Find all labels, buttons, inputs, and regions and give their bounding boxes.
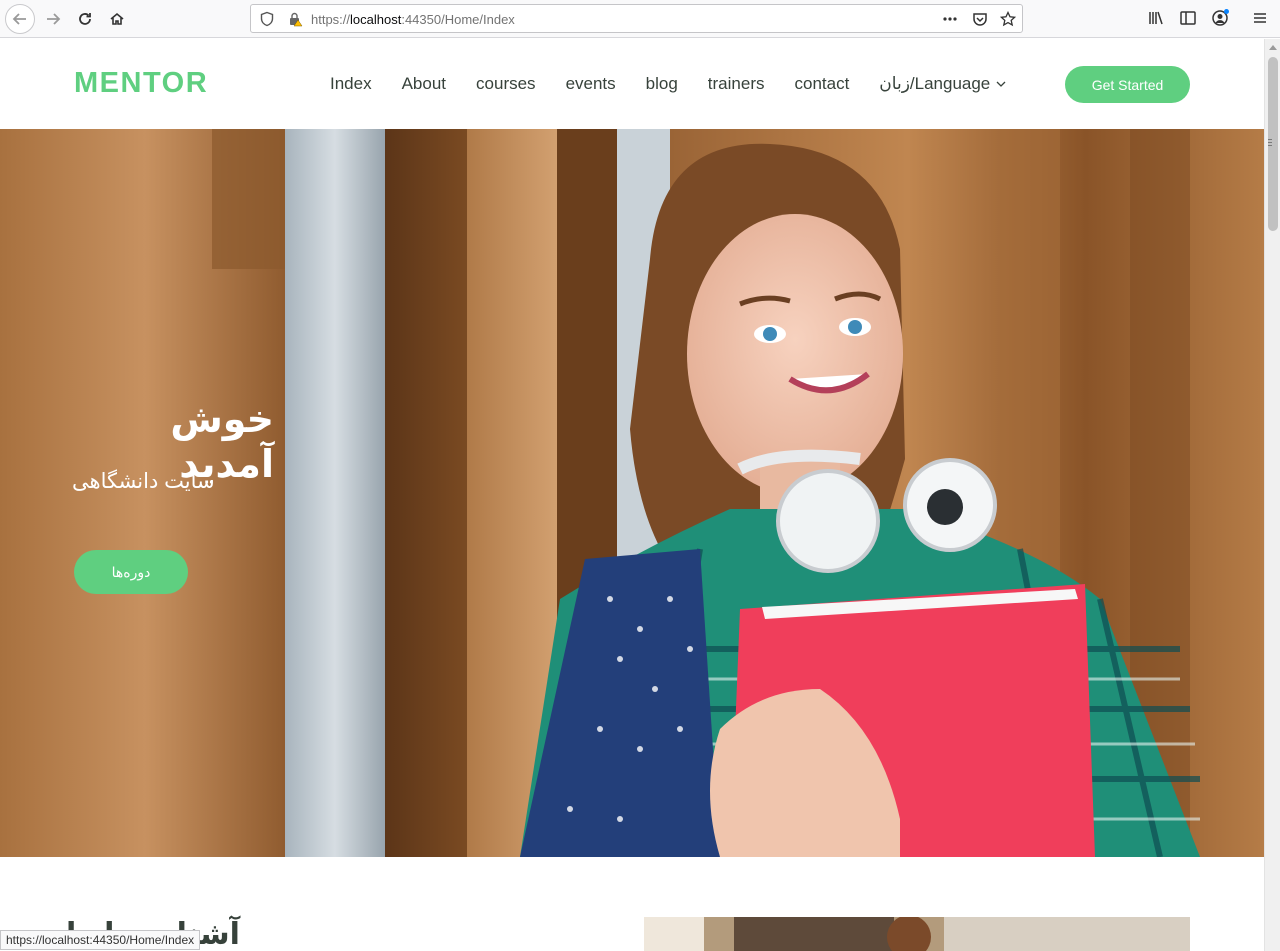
browser-toolbar: https://localhost:44350/Home/Index (0, 0, 1280, 38)
about-image (644, 917, 1190, 951)
hero-subtitle: سایت دانشگاهی (72, 470, 215, 493)
hero-section: خوش آمدید سایت دانشگاهی دوره‌ها (0, 129, 1264, 857)
nav-courses[interactable]: courses (476, 74, 536, 94)
nav-index[interactable]: Index (330, 74, 372, 94)
account-icon[interactable] (1211, 9, 1229, 27)
thumb-grip (1268, 145, 1272, 146)
reload-button[interactable] (70, 4, 100, 34)
courses-button[interactable]: دوره‌ها (74, 550, 188, 594)
home-icon (110, 12, 124, 25)
forward-button[interactable] (38, 4, 68, 34)
about-photo (644, 917, 1190, 951)
library-icon[interactable] (1147, 9, 1165, 27)
forward-arrow-icon (47, 13, 61, 25)
address-bar[interactable]: https://localhost:44350/Home/Index (250, 4, 1023, 33)
page-viewport: MENTOR Index About courses events blog t… (0, 39, 1264, 951)
thumb-grip (1268, 139, 1272, 140)
chevron-down-icon (996, 81, 1006, 87)
bookmark-star-icon[interactable] (1000, 11, 1016, 27)
pocket-icon[interactable] (972, 11, 988, 27)
home-button[interactable] (102, 4, 132, 34)
shield-icon[interactable] (259, 11, 275, 27)
reload-icon (79, 13, 91, 25)
page-actions-icon[interactable] (942, 11, 958, 27)
site-header: MENTOR Index About courses events blog t… (0, 39, 1264, 129)
main-nav: Index About courses events blog trainers… (330, 74, 1007, 94)
nav-blog[interactable]: blog (646, 74, 678, 94)
nav-about[interactable]: About (402, 74, 446, 94)
back-button[interactable] (5, 4, 35, 34)
scroll-up-arrow-icon[interactable] (1269, 45, 1277, 50)
sidebar-icon[interactable] (1179, 9, 1197, 27)
nav-trainers[interactable]: trainers (708, 74, 765, 94)
thumb-grip (1268, 142, 1272, 143)
status-bar: https://localhost:44350/Home/Index (0, 930, 201, 950)
get-started-button[interactable]: Get Started (1065, 66, 1190, 103)
menu-icon[interactable] (1251, 9, 1269, 27)
nav-events[interactable]: events (566, 74, 616, 94)
back-arrow-icon (12, 13, 26, 25)
scrollbar-thumb[interactable] (1268, 57, 1278, 231)
nav-contact[interactable]: contact (794, 74, 849, 94)
language-dropdown[interactable]: زبان/Language (879, 74, 1007, 94)
site-logo[interactable]: MENTOR (74, 67, 208, 100)
insecure-lock-icon[interactable] (287, 11, 303, 27)
language-label: زبان/Language (879, 74, 991, 93)
url-text[interactable]: https://localhost:44350/Home/Index (311, 12, 515, 27)
vertical-scrollbar[interactable] (1264, 39, 1280, 951)
